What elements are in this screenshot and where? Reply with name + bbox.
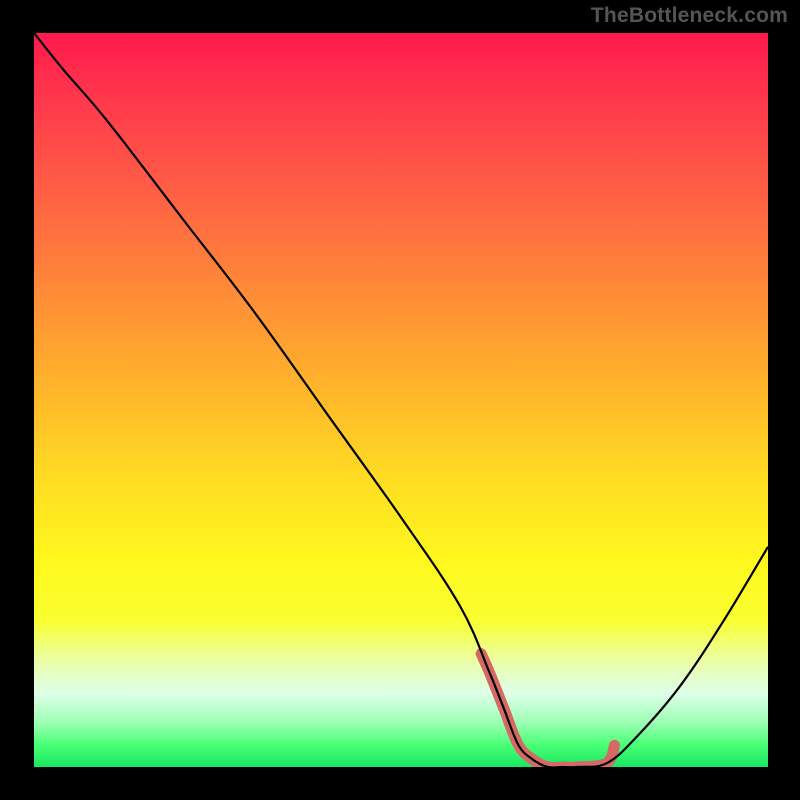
optimal-range-accent	[481, 654, 614, 767]
plot-area	[34, 33, 768, 767]
attribution-text: TheBottleneck.com	[591, 4, 788, 28]
chart-frame: TheBottleneck.com	[0, 0, 800, 800]
bottleneck-curve	[34, 33, 768, 767]
chart-svg	[34, 33, 768, 767]
